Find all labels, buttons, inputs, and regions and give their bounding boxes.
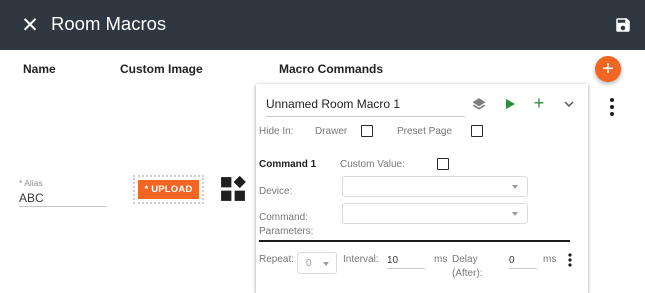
chevron-down-icon[interactable] xyxy=(563,98,575,110)
add-command-icon[interactable]: + xyxy=(532,94,546,112)
add-macro-button[interactable]: + xyxy=(595,56,621,82)
page-title: Room Macros xyxy=(51,13,167,34)
hide-in-label: Hide In: xyxy=(259,126,294,137)
macro-name-field[interactable]: Unnamed Room Macro 1 xyxy=(266,97,465,117)
device-label: Device: xyxy=(259,186,293,197)
drawer-checkbox[interactable] xyxy=(361,125,373,137)
close-icon[interactable]: ✕ xyxy=(18,13,42,37)
column-header-name: Name xyxy=(23,62,56,76)
upload-dropzone[interactable]: * UPLOAD xyxy=(133,175,204,204)
app-bar: ✕ Room Macros xyxy=(0,0,645,50)
preset-page-checkbox[interactable] xyxy=(471,125,483,137)
caret-down-icon xyxy=(512,212,518,216)
interval-unit: ms xyxy=(434,254,448,265)
row-more-icon[interactable] xyxy=(605,95,619,119)
column-header-custom-image: Custom Image xyxy=(120,62,203,76)
command-select[interactable] xyxy=(342,203,528,224)
device-select[interactable] xyxy=(342,176,528,197)
parameters-label: Parameters: xyxy=(259,226,314,237)
preset-page-label: Preset Page xyxy=(397,126,453,137)
interval-label: Interval: xyxy=(343,254,379,265)
delay-input[interactable] xyxy=(509,252,537,269)
command-more-icon[interactable] xyxy=(566,252,574,268)
column-header-macro-commands: Macro Commands xyxy=(279,62,384,76)
upload-button[interactable]: * UPLOAD xyxy=(138,180,199,199)
widgets-icon xyxy=(221,176,246,201)
custom-value-checkbox[interactable] xyxy=(437,158,449,170)
command-title: Command 1 xyxy=(259,159,317,170)
play-icon[interactable] xyxy=(504,98,516,110)
caret-down-icon xyxy=(323,262,329,266)
caret-down-icon xyxy=(512,185,518,189)
command-label: Command: xyxy=(259,212,308,223)
repeat-value: 0 xyxy=(306,258,312,269)
drawer-label: Drawer xyxy=(315,126,348,137)
layers-icon[interactable] xyxy=(472,97,486,111)
repeat-select[interactable]: 0 xyxy=(297,252,337,274)
alias-label: * Alias xyxy=(19,178,43,188)
delay-label: Delay xyxy=(452,254,478,265)
repeat-label: Repeat: xyxy=(259,254,295,265)
save-icon[interactable] xyxy=(614,16,632,34)
delay-after-label: (After): xyxy=(452,268,483,279)
divider xyxy=(259,240,570,242)
custom-value-label: Custom Value: xyxy=(340,159,405,170)
delay-unit: ms xyxy=(543,254,557,265)
alias-input[interactable] xyxy=(19,190,107,207)
interval-input[interactable] xyxy=(387,252,425,269)
